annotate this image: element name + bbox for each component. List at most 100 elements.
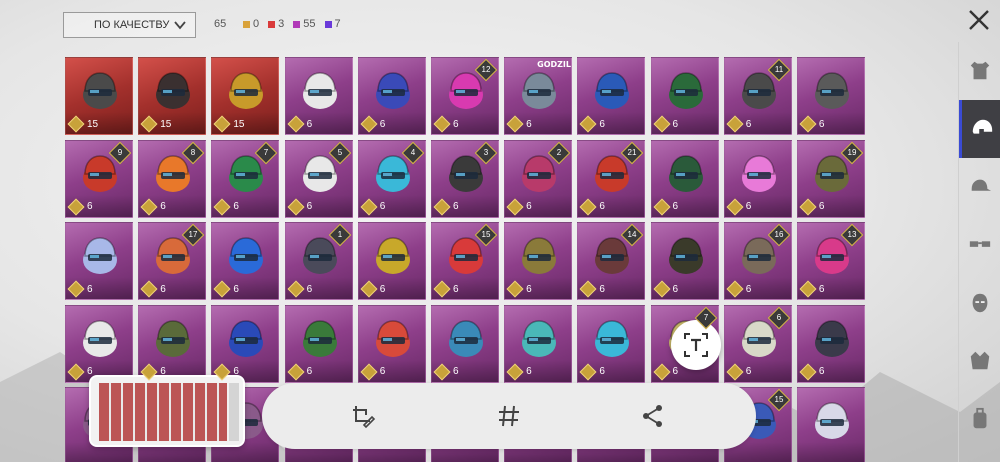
item-value: 6 xyxy=(726,198,751,216)
hashtag-button[interactable] xyxy=(494,401,524,431)
coin-icon xyxy=(360,280,378,298)
coin-icon xyxy=(799,280,817,298)
helmet-image xyxy=(810,317,854,361)
item-value: 6 xyxy=(799,363,824,381)
coin-icon xyxy=(579,115,597,133)
category-mask[interactable] xyxy=(959,274,1000,332)
item-tile[interactable]: 6 xyxy=(504,304,573,383)
close-button[interactable] xyxy=(964,5,994,35)
item-value: 6 xyxy=(506,115,532,133)
item-value-number: 6 xyxy=(87,201,93,213)
category-cap[interactable] xyxy=(959,158,1000,216)
item-tile[interactable]: 17 6 xyxy=(138,222,207,301)
item-tile[interactable]: 6 xyxy=(65,222,133,301)
share-button[interactable] xyxy=(638,401,668,431)
item-tile[interactable]: 96 xyxy=(65,139,133,218)
item-value: 6 xyxy=(579,280,605,298)
item-tile[interactable]: 16 xyxy=(284,222,353,301)
item-value-number: 6 xyxy=(379,201,386,213)
item-tile[interactable]: 21 6 xyxy=(577,139,646,218)
item-tile[interactable]: 6 xyxy=(138,304,207,383)
item-value-number: 6 xyxy=(379,118,386,130)
category-jacket[interactable] xyxy=(959,332,1000,390)
coin-icon xyxy=(213,280,231,298)
item-tile[interactable]: 6 xyxy=(504,222,573,301)
helmet-image xyxy=(78,234,122,278)
item-tile[interactable]: GODZILLA 6 xyxy=(504,57,573,135)
category-outfit[interactable] xyxy=(959,42,1000,100)
item-value-number: 6 xyxy=(818,283,825,295)
coin-icon xyxy=(653,280,670,298)
item-value-number: 6 xyxy=(599,118,605,130)
item-tile[interactable]: 6 xyxy=(211,222,280,301)
item-tile[interactable]: 6 xyxy=(357,57,426,135)
item-value: 6 xyxy=(67,363,93,381)
sort-dropdown[interactable]: ПО КАЧЕСТВУ xyxy=(63,12,196,38)
item-tile[interactable]: 36 xyxy=(430,139,499,218)
item-tile[interactable]: 16 6 xyxy=(723,222,792,301)
item-value: 6 xyxy=(433,115,459,133)
crop-edit-button[interactable] xyxy=(348,401,378,431)
item-value-number: 6 xyxy=(526,118,532,130)
thumbnail-preview xyxy=(99,383,227,441)
item-tile[interactable]: 6 xyxy=(577,304,646,383)
item-tile[interactable]: 13 6 xyxy=(796,222,865,301)
screenshot-thumbnail[interactable] xyxy=(89,375,245,447)
item-tile[interactable]: 6 xyxy=(284,57,353,135)
item-tile[interactable]: 26 xyxy=(504,139,573,218)
coin-icon xyxy=(287,115,305,133)
item-tile[interactable]: 46 xyxy=(357,139,426,218)
item-value-number: 6 xyxy=(306,283,313,295)
item-tile[interactable] xyxy=(796,387,865,462)
level-badge-value: 4 xyxy=(410,147,415,157)
helmet-image xyxy=(78,317,122,361)
helmet-image xyxy=(517,234,561,278)
coin-icon xyxy=(653,198,670,216)
rarity-count: 55 xyxy=(293,18,316,30)
helmet-image xyxy=(590,69,634,113)
coin-icon xyxy=(360,115,378,133)
item-tile[interactable]: 14 6 xyxy=(577,222,646,301)
item-tile[interactable]: 6 xyxy=(211,304,280,383)
item-tile[interactable]: 15 xyxy=(138,57,207,135)
item-tile[interactable]: 66 xyxy=(723,304,792,383)
item-tile[interactable]: 15 xyxy=(65,57,133,135)
item-tile[interactable]: 6 xyxy=(650,139,719,218)
item-tile[interactable]: 6 xyxy=(650,57,719,135)
item-value-number: 6 xyxy=(452,118,459,130)
item-tile[interactable]: 6 xyxy=(357,222,426,301)
item-tile[interactable]: 15 6 xyxy=(430,222,499,301)
item-tile[interactable]: 12 6 xyxy=(430,57,499,135)
item-value-number: 6 xyxy=(233,201,239,213)
rarity-counts: 0 3 55 7 xyxy=(243,18,341,30)
item-value-number: 6 xyxy=(379,366,386,378)
item-tile[interactable]: 6 xyxy=(723,139,792,218)
item-tile[interactable]: 6 xyxy=(577,57,646,135)
item-tile[interactable]: 15 xyxy=(211,57,280,135)
helmet-image xyxy=(664,152,708,196)
item-tile[interactable]: 6 xyxy=(650,222,719,301)
item-tile[interactable]: 76 xyxy=(211,139,280,218)
item-tile[interactable]: 6 xyxy=(796,304,865,383)
item-value: 6 xyxy=(287,115,312,133)
item-tile[interactable]: 6 xyxy=(796,57,865,135)
item-tile[interactable]: 56 xyxy=(284,139,353,218)
text-extract-button[interactable] xyxy=(671,320,721,370)
item-tile[interactable]: 6 xyxy=(357,304,426,383)
helmet-image xyxy=(810,69,854,113)
item-value-number: 6 xyxy=(818,201,825,213)
coin-icon xyxy=(287,198,305,216)
item-tile[interactable]: 6 xyxy=(284,304,353,383)
item-tile[interactable]: 6 xyxy=(65,304,133,383)
coin-icon xyxy=(653,363,670,381)
category-glasses[interactable] xyxy=(959,216,1000,274)
level-badge-value: 13 xyxy=(847,230,857,240)
level-badge-value: 6 xyxy=(776,312,781,322)
category-helmet[interactable] xyxy=(959,100,1000,158)
item-tile[interactable]: 86 xyxy=(138,139,207,218)
item-tile[interactable]: 11 6 xyxy=(723,57,792,135)
item-tile[interactable]: 19 6 xyxy=(796,139,865,218)
category-backpack[interactable] xyxy=(959,390,1000,448)
level-badge-value: 16 xyxy=(774,230,784,240)
item-tile[interactable]: 6 xyxy=(430,304,499,383)
